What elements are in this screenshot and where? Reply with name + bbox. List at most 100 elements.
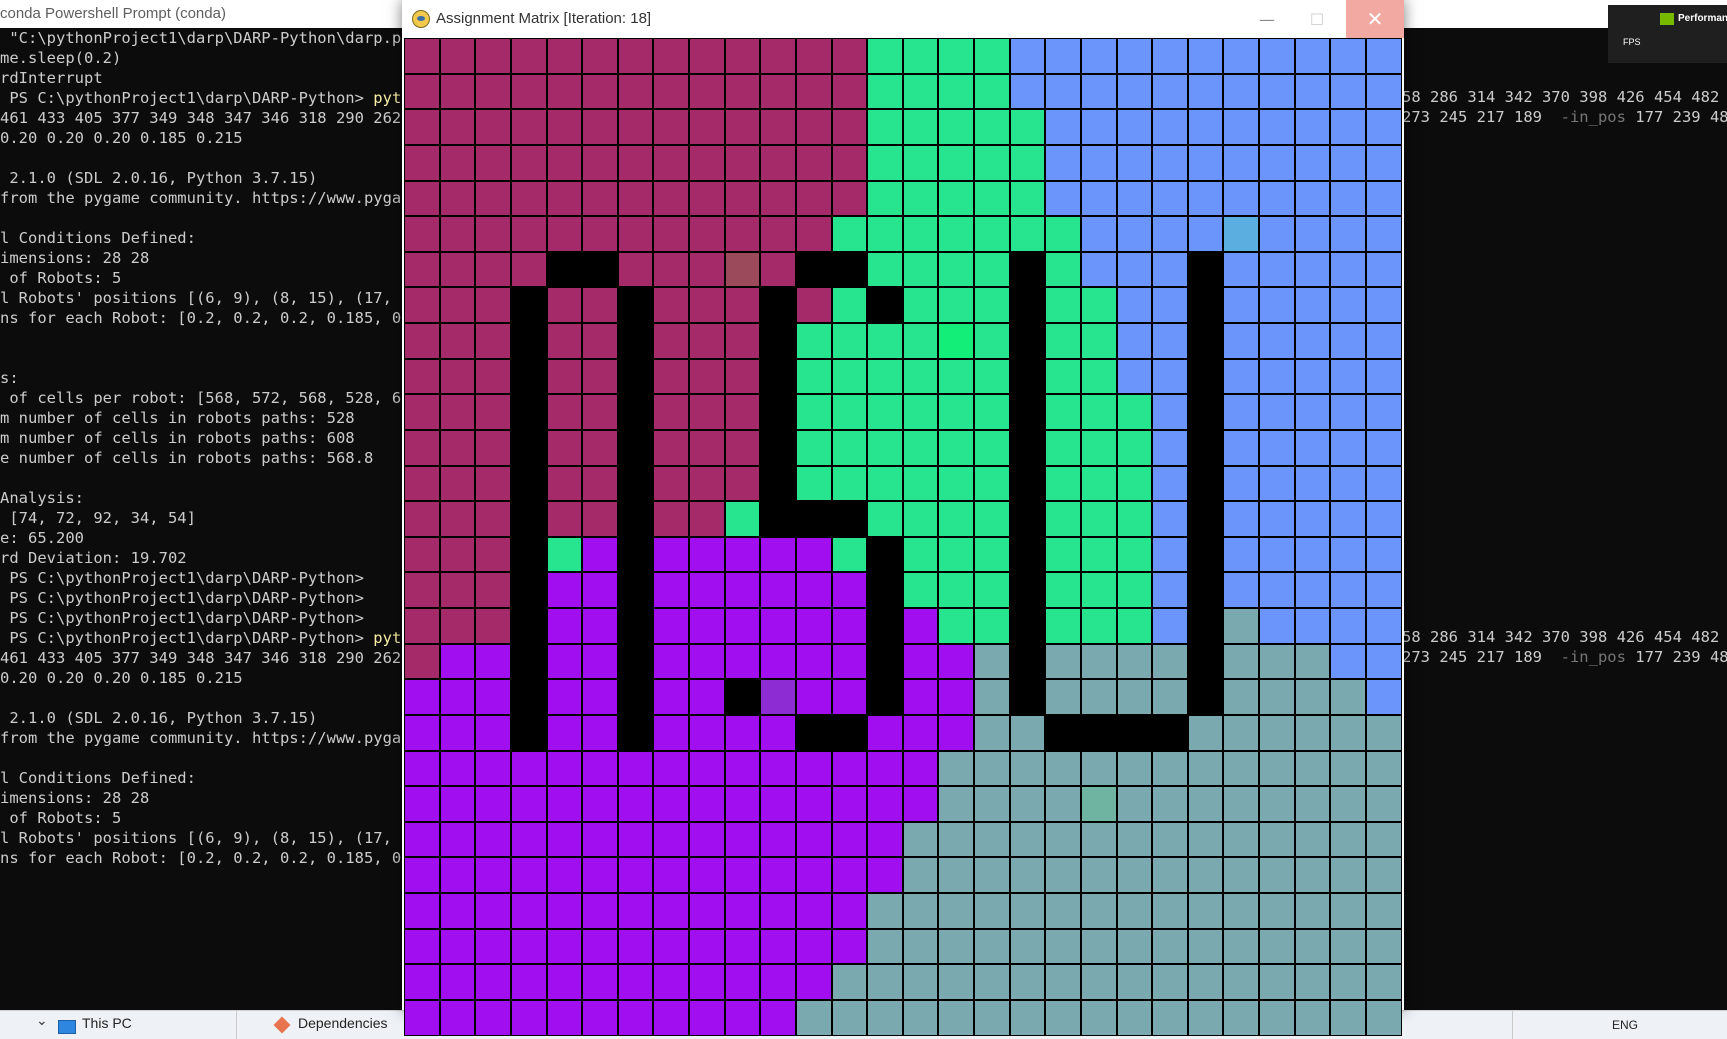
robot3-cell (1259, 109, 1295, 145)
robot5-cell (1045, 643, 1081, 680)
robot3-cell (1223, 287, 1259, 323)
robot1-cell (404, 608, 440, 644)
robot5-cell (974, 928, 1010, 965)
robot4-cell (724, 857, 761, 893)
minimize-button[interactable]: — (1242, 0, 1292, 38)
robot2-cell (974, 216, 1010, 252)
console-line-text: of Robots: 5 (0, 269, 122, 287)
robot1-cell (831, 109, 868, 145)
robot3-cell (1223, 572, 1259, 608)
robot5-cell (1294, 893, 1331, 929)
console-line-text: ns for each Robot: [0.2, 0.2, 0.2, 0.185… (0, 849, 420, 867)
robot1-cell (404, 429, 440, 466)
robot5-cell (1187, 964, 1224, 1000)
robot1-cell (439, 608, 476, 644)
robot5-cell (1116, 857, 1153, 893)
obstacle-cell (510, 643, 547, 680)
robot1-cell (404, 643, 440, 680)
robot5-cell (1116, 643, 1153, 680)
robot4-cell (653, 608, 689, 644)
chevron-down-icon[interactable]: ⌄ (36, 1013, 48, 1029)
robot4-cell (546, 643, 583, 680)
performance-overlay[interactable]: Performan FPS (1608, 5, 1727, 63)
console-line: s: (0, 368, 420, 388)
robot4-cell (653, 999, 689, 1036)
console-line-text: rdInterrupt (0, 69, 103, 87)
robot4-cell (546, 821, 583, 858)
robot1-cell (404, 251, 440, 288)
console-line-text: 461 433 405 377 349 348 347 346 318 290 … (0, 109, 420, 127)
dependencies-item[interactable]: Dependencies (298, 1015, 388, 1031)
console-line-segment: 273 245 217 189 (1402, 108, 1561, 126)
robot3-cell (1330, 572, 1366, 608)
robot4-cell (831, 750, 868, 787)
robot4-cell (938, 679, 974, 715)
robot5-cell (938, 821, 974, 858)
robot2-cell (1116, 572, 1153, 608)
console-line-text: s: (0, 369, 19, 387)
console-title: conda Powershell Prompt (conda) (0, 5, 226, 22)
console-line: l Conditions Defined: (0, 768, 420, 788)
robot3-cell (1259, 501, 1295, 537)
robot3-cell (1187, 216, 1224, 252)
this-pc-item[interactable]: This PC (82, 1015, 132, 1031)
robot5-cell (1080, 750, 1117, 787)
robot1-cell (582, 38, 618, 74)
robot1-cell (689, 73, 725, 110)
robot4-cell (795, 643, 832, 680)
robot4-cell (475, 964, 511, 1000)
language-indicator[interactable]: ENG (1612, 1018, 1638, 1032)
obstacle-cell (510, 714, 547, 751)
robot4-cell (724, 643, 761, 680)
obstacle-cell (1187, 323, 1224, 359)
robot5-cell (1152, 786, 1188, 822)
robot3-cell (1365, 180, 1402, 217)
robot1-cell (439, 109, 476, 145)
console-line: e: 65.200 (0, 528, 420, 548)
maximize-button[interactable]: ☐ (1292, 0, 1342, 38)
robot4-cell (724, 893, 761, 929)
obstacle-cell (1187, 358, 1224, 395)
robot3-cell (1009, 73, 1046, 110)
obstacle-cell (1187, 465, 1224, 502)
robot1-cell (439, 144, 476, 181)
robot5-cell (902, 999, 939, 1036)
robot2-cell (902, 38, 939, 74)
robot2-cell (1045, 572, 1081, 608)
obstacle-cell (1080, 714, 1117, 751)
assignment-matrix-window[interactable]: Assignment Matrix [Iteration: 18] — ☐ ✕ (402, 0, 1404, 1036)
robot4-cell (546, 572, 583, 608)
robot1-cell (724, 144, 761, 181)
robot4-cell (867, 714, 903, 751)
robot5-cell (902, 893, 939, 929)
obstacle-cell (831, 251, 868, 288)
robot4-cell (938, 643, 974, 680)
obstacle-cell (1187, 429, 1224, 466)
robot3-cell (1152, 38, 1188, 74)
assignment-canvas[interactable] (404, 38, 1402, 1036)
robot4-cell (760, 608, 796, 644)
robot4-cell (653, 857, 689, 893)
robot1-cell (404, 465, 440, 502)
robot5-cell (1330, 750, 1366, 787)
window-titlebar[interactable]: Assignment Matrix [Iteration: 18] — ☐ ✕ (402, 0, 1404, 38)
robot4-cell (653, 536, 689, 573)
robot3-cell (1365, 536, 1402, 573)
robot4-cell (617, 893, 654, 929)
robot1-cell (689, 251, 725, 288)
robot1-cell (546, 144, 583, 181)
console-line-text: PS C:\pythonProject1\darp\DARP-Python> (0, 629, 374, 647)
obstacle-cell (510, 501, 547, 537)
robot2-cell (902, 572, 939, 608)
robot5-cell (1259, 964, 1295, 1000)
robot5-cell (1152, 964, 1188, 1000)
robot4-cell (404, 786, 440, 822)
console-line-segment: -in_pos (1560, 108, 1626, 126)
obstacle-cell (1152, 714, 1188, 751)
robot5-cell (974, 964, 1010, 1000)
robot4-cell (653, 893, 689, 929)
close-button[interactable]: ✕ (1346, 0, 1404, 38)
computer-icon (58, 1020, 76, 1034)
robot3-cell (1152, 287, 1188, 323)
